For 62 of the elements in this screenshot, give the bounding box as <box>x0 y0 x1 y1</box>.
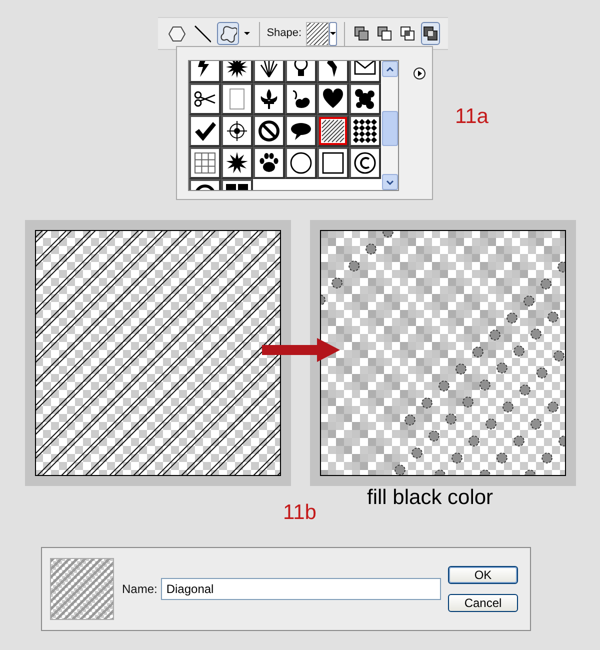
hexagon-icon <box>168 24 186 44</box>
chevron-down-icon <box>386 180 394 184</box>
shape-cell[interactable] <box>253 83 285 115</box>
right-arrow-icon <box>262 337 340 363</box>
shape-cell[interactable] <box>253 115 285 147</box>
scroll-down-button[interactable] <box>382 174 398 190</box>
shape-cell[interactable] <box>349 147 381 179</box>
shape-cell[interactable] <box>189 115 221 147</box>
squares-icon <box>353 25 370 42</box>
caption: fill black color <box>367 485 494 511</box>
caret-icon <box>244 32 250 35</box>
square-icon <box>321 151 345 175</box>
chevron-up-icon <box>386 66 394 72</box>
shape-cell[interactable] <box>221 83 253 115</box>
circle-icon <box>289 151 313 175</box>
checkmark-icon <box>193 119 217 143</box>
shape-cell[interactable] <box>317 83 349 115</box>
custom-shape-tool-button[interactable] <box>217 22 239 45</box>
starburst-icon <box>225 151 249 175</box>
copyright-icon <box>353 151 377 175</box>
shape-cell[interactable] <box>349 115 381 147</box>
play-icon <box>413 67 426 80</box>
diamond-grid-icon <box>353 119 377 143</box>
shape-label: Shape: <box>266 26 302 42</box>
line-icon <box>193 24 212 44</box>
heart-icon <box>321 87 345 111</box>
shape-cell[interactable] <box>285 83 317 115</box>
shape-cell[interactable] <box>221 115 253 147</box>
shape-cell[interactable] <box>285 115 317 147</box>
dialog-button[interactable]: OK <box>448 566 518 584</box>
pattern-thumbnail-drawing <box>50 558 114 620</box>
shape-cell[interactable] <box>285 147 317 179</box>
shape-cell[interactable] <box>317 147 349 179</box>
diagonal-lines-icon <box>321 119 345 143</box>
figure-label: 11a <box>455 104 488 130</box>
crosshair-icon <box>225 119 249 143</box>
name-label: Name: <box>122 581 158 598</box>
shape-cell[interactable] <box>221 147 253 179</box>
squares-icon <box>422 25 440 42</box>
prohibited-icon <box>257 119 281 143</box>
squares-icon <box>399 25 416 42</box>
caret-icon <box>330 32 336 35</box>
squares-icon <box>376 25 394 42</box>
name-field[interactable]: Diagonal <box>161 578 442 600</box>
grid-icon <box>193 151 217 175</box>
paw-print-icon <box>257 151 281 175</box>
figure-label: 11b <box>283 500 316 526</box>
shape-cell[interactable] <box>189 147 221 179</box>
scroll-up-button[interactable] <box>382 61 398 77</box>
blob-icon <box>218 24 237 44</box>
shape-cell[interactable] <box>317 115 349 147</box>
splat-icon <box>353 87 377 111</box>
exclude-mode-button[interactable] <box>421 22 440 45</box>
scroll-thumb[interactable] <box>382 111 398 146</box>
panel-menu-button[interactable] <box>413 67 426 80</box>
shape-cell[interactable] <box>349 83 381 115</box>
shape-cell[interactable] <box>189 83 221 115</box>
starburst-icon <box>225 61 249 79</box>
shape-cell[interactable] <box>253 147 285 179</box>
scrollbar[interactable] <box>382 61 398 190</box>
shape-swatch[interactable] <box>306 22 329 46</box>
dialog-button[interactable]: Cancel <box>448 594 518 612</box>
